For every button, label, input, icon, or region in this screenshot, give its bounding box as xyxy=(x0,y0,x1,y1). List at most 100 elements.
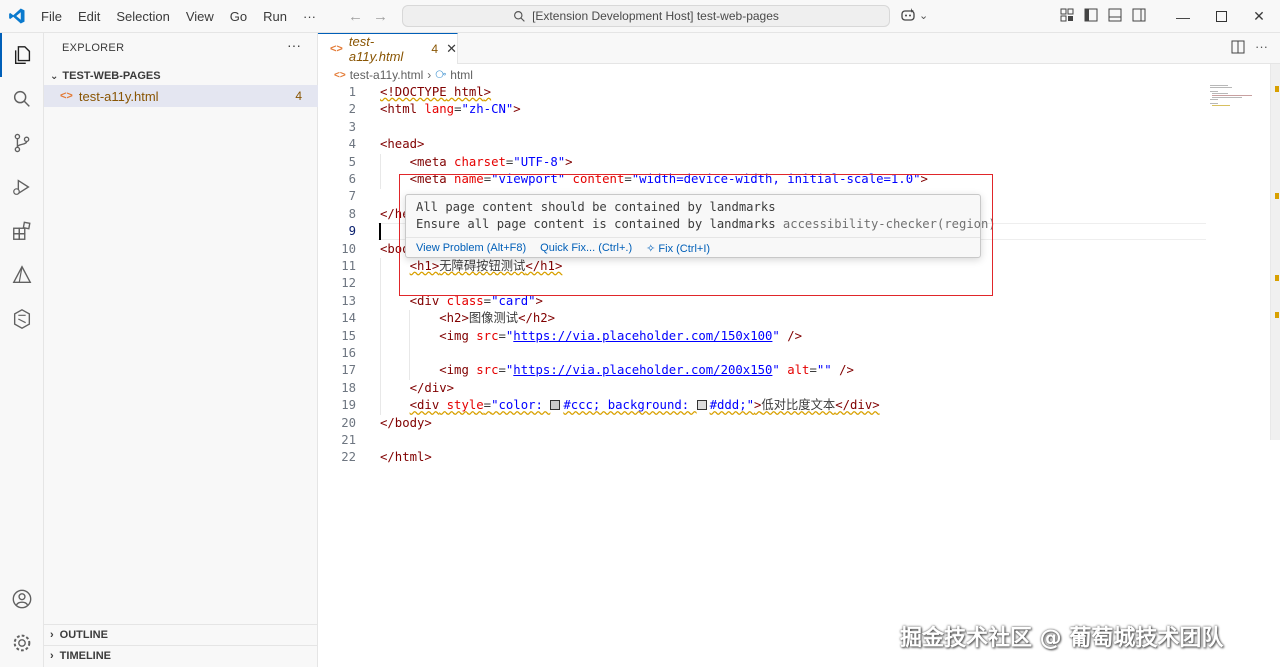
line-number: 20 xyxy=(341,415,356,430)
symbol-element-icon: ⧂ xyxy=(435,68,447,81)
fix-link[interactable]: ✧ Fix (Ctrl+I) xyxy=(646,242,710,255)
remote-explorer-icon[interactable] xyxy=(0,297,44,341)
nav-arrows: ← → xyxy=(348,0,388,33)
line-number: 7 xyxy=(348,189,356,204)
title-bar: File Edit Selection View Go Run ··· ← → … xyxy=(0,0,1280,33)
html-file-icon: <> xyxy=(334,69,346,81)
line-number: 2 xyxy=(348,102,356,117)
editor-actions: ··· xyxy=(1231,40,1268,54)
line-number: 3 xyxy=(348,119,356,134)
line-number: 16 xyxy=(341,346,356,360)
watermark-text: 掘金技术社区 @ 葡萄城技术团队 xyxy=(900,626,1224,651)
code-line: 20 </body> xyxy=(318,415,1218,432)
code-line: 5 <meta charset="UTF-8"> xyxy=(318,154,1218,171)
close-window-icon[interactable]: ✕ xyxy=(1240,0,1278,33)
search-icon[interactable] xyxy=(0,77,44,121)
line-number: 10 xyxy=(341,241,356,256)
breadcrumb: <> test-a11y.html › ⧂ html xyxy=(334,66,473,84)
code-line: 19 <div style="color: #ccc; background: … xyxy=(318,397,1218,414)
code-line: 15 <img src="https://via.placeholder.com… xyxy=(318,328,1218,345)
html-file-icon: <> xyxy=(330,43,343,55)
sparkle-icon: ✧ xyxy=(646,242,656,255)
toggle-secondary-sidebar-icon[interactable] xyxy=(1132,8,1146,22)
file-tree-item[interactable]: <> test-a11y.html 4 xyxy=(44,85,318,107)
editor-tab-bar: <> test-a11y.html 4 ✕ ··· xyxy=(318,33,1280,64)
settings-gear-icon[interactable] xyxy=(0,621,44,665)
code-line: 14 <h2>图像测试</h2> xyxy=(318,310,1218,327)
code-line: 11 <h1>无障碍按钮测试</h1> xyxy=(318,258,1218,275)
minimap[interactable] xyxy=(1208,84,1270,114)
line-number: 13 xyxy=(341,293,356,308)
code-line: 17 <img src="https://via.placeholder.com… xyxy=(318,362,1218,379)
hover-source: accessibility-checker(region) xyxy=(782,217,996,231)
explorer-more-actions[interactable]: ··· xyxy=(287,37,301,53)
chevron-right-icon: › xyxy=(50,649,54,662)
menu-run[interactable]: Run xyxy=(255,0,295,33)
problem-count-badge: 4 xyxy=(295,89,302,103)
toggle-panel-icon[interactable] xyxy=(1108,8,1122,22)
timeline-section[interactable]: › TIMELINE xyxy=(44,645,318,665)
run-debug-icon[interactable] xyxy=(0,165,44,209)
code-line: 4 <head> xyxy=(318,136,1218,153)
accounts-icon[interactable] xyxy=(0,577,44,621)
code-line: 6 <meta name="viewport" content="width=d… xyxy=(318,171,1218,188)
line-number: 14 xyxy=(341,311,356,326)
link-url[interactable]: https://via.placeholder.com/200x150 xyxy=(513,363,772,377)
menu-go[interactable]: Go xyxy=(222,0,255,33)
split-editor-icon[interactable] xyxy=(1231,40,1245,54)
outline-section[interactable]: › OUTLINE xyxy=(44,624,318,644)
file-tree-item-label: test-a11y.html xyxy=(78,88,159,104)
fix-link-label: Fix (Ctrl+I) xyxy=(658,242,711,255)
breadcrumb-symbol[interactable]: html xyxy=(450,68,473,82)
tab-label: test-a11y.html xyxy=(348,34,404,64)
code-line: 2 <html lang="zh-CN"> xyxy=(318,101,1218,118)
line-number: 1 xyxy=(348,85,356,99)
line-number: 15 xyxy=(341,328,356,343)
back-arrow-icon[interactable]: ← xyxy=(348,8,363,25)
code-line: 16 xyxy=(318,345,1218,362)
hover-message-detail: Ensure all page content is contained by … xyxy=(416,217,996,231)
more-actions-icon[interactable]: ··· xyxy=(1255,40,1268,54)
maximize-icon[interactable] xyxy=(1202,0,1240,33)
view-problem-link[interactable]: View Problem (Alt+F8) xyxy=(416,242,526,254)
link-url[interactable]: https://via.placeholder.com/150x100 xyxy=(513,329,772,343)
command-center[interactable]: [Extension Development Host] test-web-pa… xyxy=(402,5,890,27)
diagnostic-hover: All page content should be contained by … xyxy=(405,194,996,258)
explorer-title: EXPLORER xyxy=(62,42,125,54)
line-number: 9 xyxy=(348,224,356,239)
line-number: 12 xyxy=(341,276,356,291)
menu-more[interactable]: ··· xyxy=(295,0,324,33)
search-icon xyxy=(514,10,525,22)
explorer-icon[interactable] xyxy=(0,33,44,77)
testing-icon[interactable] xyxy=(0,253,44,297)
forward-arrow-icon[interactable]: → xyxy=(373,8,388,25)
quick-fix-link[interactable]: Quick Fix... (Ctrl+.) xyxy=(540,242,632,254)
line-number: 17 xyxy=(341,363,356,378)
customize-layout-icon[interactable] xyxy=(1060,8,1074,22)
line-number: 22 xyxy=(341,450,356,465)
source-control-icon[interactable] xyxy=(0,121,44,165)
extensions-icon[interactable] xyxy=(0,209,44,253)
menu-selection[interactable]: Selection xyxy=(108,0,177,33)
menu-bar: File Edit Selection View Go Run ··· xyxy=(33,0,324,33)
menu-view[interactable]: View xyxy=(178,0,222,33)
tab-test-a11y[interactable]: <> test-a11y.html 4 ✕ xyxy=(318,33,458,64)
color-swatch-ddd[interactable] xyxy=(696,400,707,411)
html-file-icon: <> xyxy=(60,90,73,102)
copilot-menu[interactable]: ⌄ xyxy=(900,7,928,23)
close-icon[interactable]: ✕ xyxy=(446,41,457,57)
chevron-down-icon: ⌄ xyxy=(50,70,59,82)
breadcrumb-file[interactable]: test-a11y.html xyxy=(350,68,424,82)
workspace-folder-label: TEST-WEB-PAGES xyxy=(62,70,161,82)
toggle-primary-sidebar-icon[interactable] xyxy=(1084,8,1098,22)
minimize-icon[interactable]: — xyxy=(1164,0,1202,33)
color-swatch-ccc[interactable] xyxy=(550,400,561,411)
hover-message-title: All page content should be contained by … xyxy=(416,200,776,214)
menu-file[interactable]: File xyxy=(33,0,70,33)
editor-scrollbar[interactable] xyxy=(1270,64,1280,440)
line-number: 11 xyxy=(341,259,356,273)
workspace-folder[interactable]: ⌄ TEST-WEB-PAGES xyxy=(44,66,318,86)
line-number: 8 xyxy=(348,206,356,221)
menu-edit[interactable]: Edit xyxy=(70,0,108,33)
code-editor[interactable]: 1 <!DOCTYPE html> 2 <html lang="zh-CN"> 3 … xyxy=(318,84,1280,667)
